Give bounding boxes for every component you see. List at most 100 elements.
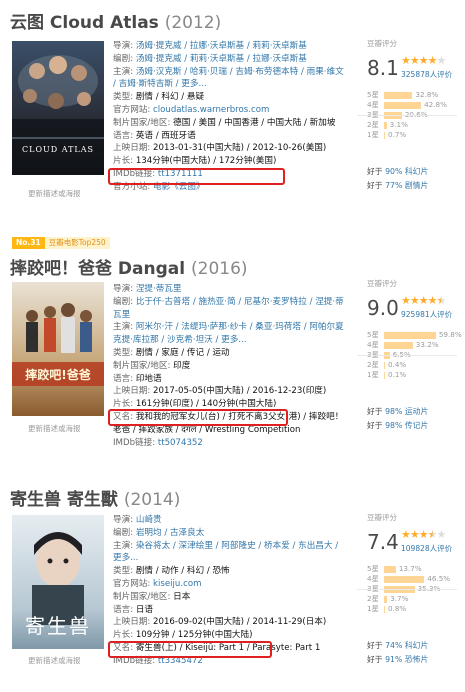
rating-bar-row: 5星 13.7% [367,564,459,574]
star-half-icon: ★ [427,528,438,541]
movie-title: 寄生兽 寄生獸 (2014) [10,485,180,510]
better-than-link[interactable]: 74% 科幻片 [385,641,428,650]
official-website-link[interactable]: kiseiju.com [153,579,201,589]
official-website-link[interactable]: cloudatlas.warnerbros.com [153,105,269,115]
info-runtime: 片长: 134分钟(中国大陆) / 172分钟(美国) [113,156,277,167]
update-poster-link[interactable]: 更新描述或海报 [28,423,81,434]
better-than-2: 好于 91% 恐怖片 [367,655,429,664]
star-full-icon: ★ [418,294,429,307]
better-than-link[interactable]: 91% 恐怖片 [385,655,428,664]
star-empty-icon: ★ [436,54,447,67]
rating-bar-label: 1星 [367,130,379,139]
rating-bar-row: 5星 59.8% [367,330,462,340]
rating-bar [384,332,436,339]
rating-bar-percent: 33.2% [415,340,439,349]
movie-section-cloud-atlas: 云图 Cloud Atlas (2012) CLOUD ATLAS 更新描述或海… [0,0,465,230]
imdb-link[interactable]: tt5074352 [158,438,203,448]
better-than-2: 好于 77% 剧情片 [367,181,429,190]
better-than-link[interactable]: 98% 传记片 [385,421,428,430]
movie-year: (2016) [191,259,248,279]
rating-bar-row: 5星 32.8% [367,90,459,100]
star-full-icon: ★ [401,528,411,541]
rating-panel: 豆瓣评分 7.4 ★★★★★ 109828人评价 5星 13.7% 4星 46.5% 3… [357,512,457,692]
star-full-icon: ★ [409,528,420,541]
rating-bar [384,92,413,99]
writer-link[interactable]: 汤姆·提克威 / 莉莉·沃卓斯基 / 拉娜·沃卓斯基 [136,54,307,64]
rating-score: 8.1 [367,56,399,80]
rating-label: 豆瓣评分 [367,279,397,288]
cast-link[interactable]: 阿米尔·汗 / 法缇玛·萨那·纱卡 / 桑亚·玛荷塔 / 阿帕尔夏克提·库拉那 … [113,322,344,345]
movie-title-text: 摔跤吧！爸爸 Dangal [10,259,186,279]
rating-bar-label: 2星 [367,594,379,603]
rating-bar-percent: 46.5% [427,574,451,583]
director-link[interactable]: 涅提·蒂瓦里 [136,284,182,294]
rating-bar-label: 4星 [367,574,379,583]
rating-bar [384,566,396,573]
rating-label: 豆瓣评分 [367,39,397,48]
info-language: 语言: 英语 / 西班牙语 [113,130,196,141]
rating-votes-link[interactable]: 325878人评价 [401,69,452,80]
star-full-icon: ★ [418,54,429,67]
rating-stars: ★★★★★ [401,528,446,541]
rating-bar-row: 1星 0.8% [367,604,459,614]
rating-bar-label: 5星 [367,330,379,339]
rating-bar [384,362,385,369]
rating-bar-percent: 13.7% [398,564,422,573]
rating-bar [384,122,387,129]
rating-bar-label: 5星 [367,90,379,99]
info-website: 官方网站: cloudatlas.warnerbros.com [113,104,270,115]
rating-label: 豆瓣评分 [367,513,397,522]
cast-link[interactable]: 汤姆·汉克斯 / 哈莉·贝瑞 / 吉姆·布劳德本特 / 雨果·维文 / 吉姆·斯… [113,67,344,90]
info-cast: 主演: 汤姆·汉克斯 / 哈莉·贝瑞 / 吉姆·布劳德本特 / 雨果·维文 / … [113,66,344,90]
star-full-icon: ★ [427,54,438,67]
runtime-highlight-box [108,409,288,426]
movie-poster[interactable]: 摔跤吧!爸爸 [12,282,104,416]
writer-link[interactable]: 比于仟·古普塔 / 施热亚·简 / 尼基尔·麦罗特拉 / 涅提·蒂瓦里 [113,297,344,320]
better-than-link[interactable]: 90% 科幻片 [385,167,428,176]
info-country: 制片国家/地区: 日本 [113,591,191,602]
rating-bar-row: 1星 0.1% [367,370,459,380]
top250-badge[interactable]: No.31 豆瓣电影Top250 [12,237,110,249]
star-full-icon: ★ [427,294,438,307]
update-poster-link[interactable]: 更新描述或海报 [28,188,81,199]
rating-bar [384,342,413,349]
rating-bar-percent: 0.7% [388,130,407,139]
better-than-link[interactable]: 98% 运动片 [385,407,428,416]
rating-bar [384,576,425,583]
movie-poster[interactable]: CLOUD ATLAS [12,41,104,175]
info-website: 官方网站: kiseiju.com [113,578,202,589]
director-link[interactable]: 汤姆·提克威 / 拉娜·沃卓斯基 / 莉莉·沃卓斯基 [136,41,307,51]
movie-title-text: 云图 Cloud Atlas [10,13,159,33]
rating-panel: 豆瓣评分 8.1 ★★★★★ 325878人评价 5星 32.8% 4星 42.8% 3… [357,38,457,218]
rating-votes-link[interactable]: 925981人评价 [401,309,452,320]
rating-stars: ★★★★★ [401,54,447,67]
info-release-date: 上映日期: 2016-09-02(中国大陆) / 2014-11-29(日本) [113,617,327,628]
cast-link[interactable]: 染谷将太 / 深津绘里 / 阿部隆史 / 桥本爱 / 东出昌大 / 更多... [113,541,338,564]
info-cast: 主演: 染谷将太 / 深津绘里 / 阿部隆史 / 桥本爱 / 东出昌大 / 更多… [113,540,339,564]
movie-poster[interactable]: 寄生兽 [12,515,104,649]
star-full-icon: ★ [401,294,411,307]
star-full-icon: ★ [401,54,411,67]
rating-bar-label: 1星 [367,370,379,379]
better-than-1: 好于 74% 科幻片 [367,641,429,650]
rating-bar [384,596,388,603]
rating-bar-row: 4星 46.5% [367,574,459,584]
divider [357,115,457,116]
info-writer: 编剧: 汤姆·提克威 / 莉莉·沃卓斯基 / 拉娜·沃卓斯基 [113,53,307,64]
rating-bar-label: 2星 [367,120,379,129]
divider [357,355,457,356]
rating-votes-link[interactable]: 109828人评价 [401,543,452,554]
director-link[interactable]: 山崎贵 [136,515,162,525]
writer-link[interactable]: 岩明均 / 古泽良太 [136,528,205,538]
top250-label: 豆瓣电影Top250 [44,237,110,249]
better-than-link[interactable]: 77% 剧情片 [385,181,428,190]
rating-panel: 豆瓣评分 9.0 ★★★★★ 925981人评价 5星 59.8% 4星 33.2% 3… [357,278,462,458]
rating-bar-row: 2星 3.7% [367,594,459,604]
update-poster-link[interactable]: 更新描述或海报 [28,655,81,666]
rating-bar-label: 5星 [367,564,379,573]
poster-title-text: CLOUD ATLAS [22,145,94,154]
better-than-1: 好于 98% 运动片 [367,407,429,416]
info-country: 制片国家/地区: 印度 [113,360,191,371]
rating-bar-label: 1星 [367,604,379,613]
rating-bar-row: 4星 42.8% [367,100,459,110]
